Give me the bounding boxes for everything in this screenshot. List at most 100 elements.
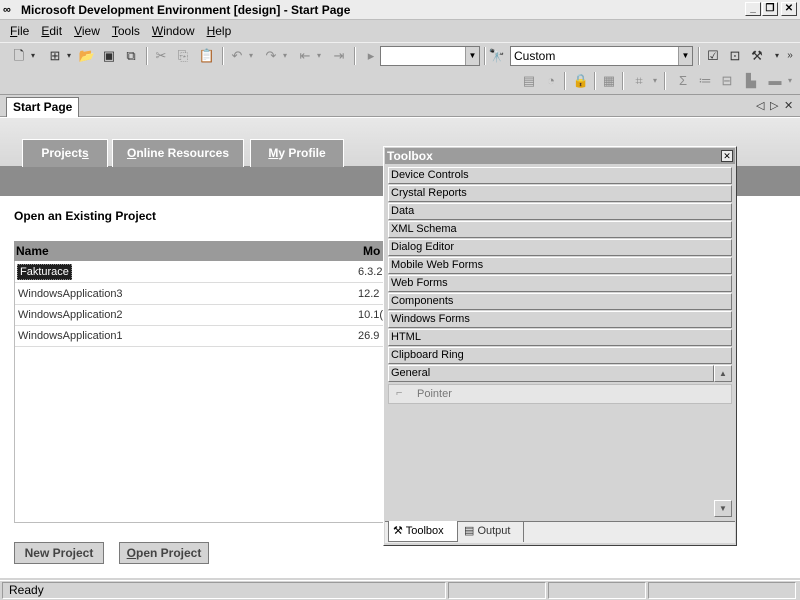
open-icon[interactable]: 📂	[78, 47, 96, 65]
project-name-link[interactable]: Fakturace	[17, 264, 72, 280]
status-panel	[548, 582, 646, 599]
toolbar-overflow-icon[interactable]: »	[784, 47, 796, 65]
close-document-icon[interactable]: ✕	[784, 99, 793, 112]
pointer-icon: ⌐	[396, 387, 403, 399]
chevron-down-icon[interactable]: ▼	[465, 47, 479, 65]
project-name-link[interactable]: WindowsApplication3	[18, 288, 123, 300]
maximize-button[interactable]: ❐	[762, 2, 778, 16]
copy-icon[interactable]: ⎘	[174, 47, 192, 65]
add-item-dropdown-icon[interactable]: ▾	[64, 47, 74, 65]
toolbox-title[interactable]: Toolbox	[385, 148, 735, 164]
toolbox-category-clipboard-ring[interactable]: Clipboard Ring	[388, 347, 732, 364]
project-name-link[interactable]: WindowsApplication1	[18, 330, 123, 342]
save-all-icon[interactable]: ⧉	[122, 47, 140, 65]
tab-order-icon[interactable]: ◔	[542, 72, 560, 90]
project-name-link[interactable]: WindowsApplication2	[18, 309, 123, 321]
pane-icon[interactable]: ▬	[766, 72, 784, 90]
new-project-button[interactable]: New Project	[14, 542, 104, 564]
menu-edit[interactable]: Edit	[35, 24, 68, 38]
toolbar-separator	[698, 47, 700, 65]
tab-scroll-right-icon[interactable]: ▷	[770, 99, 778, 112]
menu-tools[interactable]: Tools	[106, 24, 146, 38]
app-icon: ∞	[3, 3, 11, 16]
cut-icon[interactable]: ✂	[152, 47, 170, 65]
tab-online-resources[interactable]: Online Resources	[112, 139, 244, 167]
column-header-name[interactable]: Name	[16, 244, 49, 258]
redo-icon[interactable]: ↷	[262, 47, 280, 65]
chart-icon[interactable]: ▙	[742, 72, 760, 90]
status-panel	[648, 582, 796, 599]
title-bar[interactable]: ∞ Microsoft Development Environment [des…	[0, 0, 800, 20]
project-table-header: Name Mo	[14, 241, 386, 261]
toolbar2-dropdown-icon[interactable]: ▾	[784, 72, 796, 90]
add-item-icon[interactable]: ⊞	[46, 47, 64, 65]
toolbox-category-web-forms[interactable]: Web Forms	[388, 275, 732, 292]
group-icon[interactable]: ⊟	[718, 72, 736, 90]
open-project-button[interactable]: Open Project	[119, 542, 209, 564]
tab-output[interactable]: ▤ Output	[460, 521, 524, 542]
platform-combo[interactable]: Custom ▼	[510, 46, 693, 66]
toolbox-category-windows-forms[interactable]: Windows Forms	[388, 311, 732, 328]
table-row[interactable]: Fakturace 6.3.2	[15, 262, 385, 283]
find-icon[interactable]: 🔭	[488, 47, 506, 65]
scroll-down-icon[interactable]: ▼	[714, 500, 732, 517]
chevron-down-icon[interactable]: ▼	[678, 47, 692, 65]
undo-dropdown-icon[interactable]: ▾	[246, 47, 256, 65]
toolbox-category-data[interactable]: Data	[388, 203, 732, 220]
undo-icon[interactable]: ↶	[228, 47, 246, 65]
start-icon[interactable]: ▸	[362, 47, 380, 65]
column-header-modified[interactable]: Mo	[363, 244, 380, 258]
menu-help[interactable]: Help	[201, 24, 238, 38]
close-button[interactable]: ✕	[781, 2, 797, 16]
close-icon[interactable]: ✕	[721, 150, 733, 162]
toolbox-item-pointer[interactable]: Pointer	[388, 384, 732, 404]
layout-toolbar: ▤ ◔ 🔒 ▦ ⌗ ▾ Σ ≔ ⊟ ▙ ▬ ▾	[0, 68, 800, 94]
show-grid-icon[interactable]: ▦	[600, 72, 618, 90]
redo-dropdown-icon[interactable]: ▾	[280, 47, 290, 65]
solution-explorer-icon[interactable]: ☑	[704, 47, 722, 65]
toolbox-category-general[interactable]: General	[388, 365, 714, 382]
table-row[interactable]: WindowsApplication1 26.9	[15, 326, 385, 347]
solution-config-combo[interactable]: ▼	[380, 46, 480, 66]
navigate-back-dropdown-icon[interactable]: ▾	[314, 47, 324, 65]
project-modified: 10.1(	[358, 309, 384, 321]
properties-icon[interactable]: ⊡	[726, 47, 744, 65]
output-icon: ▤	[464, 525, 478, 537]
tab-scroll-left-icon[interactable]: ◁	[756, 99, 764, 112]
menu-view[interactable]: View	[68, 24, 106, 38]
navigate-forward-icon[interactable]: ⇥	[330, 47, 348, 65]
tab-my-profile[interactable]: My Profile	[250, 139, 344, 167]
lock-icon[interactable]: 🔒	[572, 72, 590, 90]
toolbox-category-mobile-web-forms[interactable]: Mobile Web Forms	[388, 257, 732, 274]
toolbox-category-components[interactable]: Components	[388, 293, 732, 310]
toolbar-separator	[594, 72, 596, 90]
toolbox-category-device-controls[interactable]: Device Controls	[388, 167, 732, 184]
align-icon[interactable]: ≔	[696, 72, 714, 90]
tab-start-page[interactable]: Start Page	[6, 97, 80, 117]
snap-grid-icon[interactable]: ⌗	[630, 72, 648, 90]
new-project-icon[interactable]: 🗋	[10, 47, 28, 65]
tab-projects[interactable]: Projects	[22, 139, 108, 167]
toolbox-category-xml-schema[interactable]: XML Schema	[388, 221, 732, 238]
snap-grid-dropdown-icon[interactable]: ▾	[650, 72, 660, 90]
menu-file[interactable]: File	[4, 24, 35, 38]
navigate-back-icon[interactable]: ⇤	[296, 47, 314, 65]
sum-icon[interactable]: Σ	[674, 72, 692, 90]
status-text: Ready	[2, 582, 446, 599]
new-project-dropdown-icon[interactable]: ▾	[28, 47, 38, 65]
tab-toolbox[interactable]: ⚒ Toolbox	[388, 521, 458, 542]
toolbox-category-crystal-reports[interactable]: Crystal Reports	[388, 185, 732, 202]
table-row[interactable]: WindowsApplication2 10.1(	[15, 305, 385, 326]
save-icon[interactable]: ▣	[100, 47, 118, 65]
toolbox-category-html[interactable]: HTML	[388, 329, 732, 346]
toolbar-options-icon[interactable]: ▾	[772, 47, 782, 65]
grid-icon[interactable]: ▤	[520, 72, 538, 90]
toolbox-icon[interactable]: ⚒	[748, 47, 766, 65]
minimize-button[interactable]: _	[745, 2, 761, 16]
toolbar-separator	[564, 72, 566, 90]
scroll-up-icon[interactable]: ▲	[714, 365, 732, 382]
table-row[interactable]: WindowsApplication3 12.2	[15, 284, 385, 305]
paste-icon[interactable]: 📋	[198, 47, 216, 65]
menu-window[interactable]: Window	[146, 24, 201, 38]
toolbox-category-dialog-editor[interactable]: Dialog Editor	[388, 239, 732, 256]
